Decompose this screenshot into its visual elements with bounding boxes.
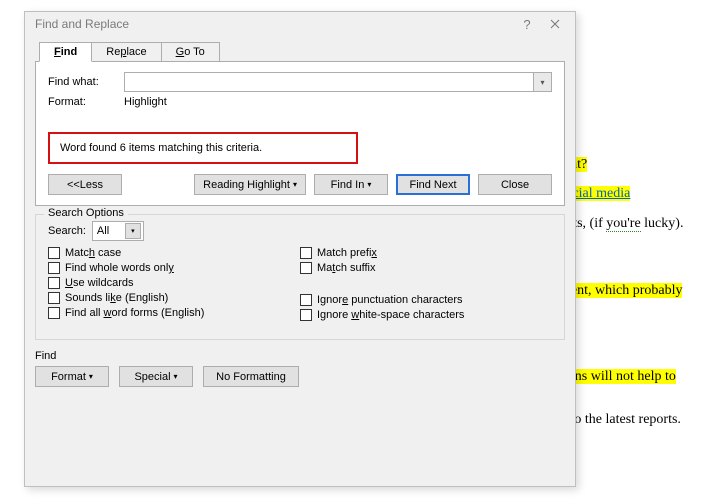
wildcards-checkbox[interactable]: Use wildcardsUse wildcards	[48, 277, 300, 289]
find-what-label: Find what:Find what:	[48, 76, 124, 88]
dialog-title: Find and Replace	[35, 17, 513, 31]
sounds-like-checkbox[interactable]: Sounds like (English)Sounds like (Englis…	[48, 292, 300, 304]
no-formatting-button[interactable]: No FormattingNo Formatting	[203, 366, 299, 387]
status-message: Word found 6 items matching this criteri…	[48, 132, 358, 164]
help-button[interactable]: ?	[513, 14, 541, 34]
doc-text: lucky).	[641, 216, 684, 231]
doc-text: g to the latest reports.	[560, 412, 681, 427]
ignore-punct-checkbox[interactable]: Ignore punctuation charactersIgnore punc…	[300, 294, 552, 306]
find-panel: Find what:Find what: ▾ Format: Highlight…	[35, 61, 565, 206]
find-replace-dialog: Find and Replace ? FinFindd ReplaceRepla…	[24, 11, 576, 487]
whole-words-checkbox[interactable]: Find whole words onlyFind whole words on…	[48, 262, 300, 274]
reading-highlight-button[interactable]: Reading Highlight▾Reading Highlight	[194, 174, 306, 195]
chevron-down-icon: ▾	[125, 223, 141, 239]
search-direction-value: All	[97, 225, 109, 237]
tab-find[interactable]: FinFindd	[39, 42, 92, 62]
match-prefix-checkbox[interactable]: Match prefixMatch prefix	[300, 247, 552, 259]
search-direction-select[interactable]: All ▾	[92, 221, 144, 241]
search-direction-label: Search:Search:	[48, 225, 86, 237]
format-value: Highlight	[124, 96, 167, 108]
find-what-dropdown[interactable]: ▾	[533, 73, 551, 91]
find-formatting-title: Find	[35, 350, 565, 362]
all-word-forms-checkbox[interactable]: Find all word forms (English)Find all wo…	[48, 307, 300, 319]
search-options-group: Search Options Search:Search: All ▾ Matc…	[35, 214, 565, 340]
doc-text-grammar: you're	[606, 216, 640, 232]
less-button[interactable]: << Less<< Less	[48, 174, 122, 195]
format-label: Format:	[48, 96, 124, 108]
doc-text: tions will not help to	[560, 369, 676, 384]
search-options-title: Search Options	[44, 207, 128, 219]
find-in-button[interactable]: Find In▾Find In	[314, 174, 388, 195]
tabs: FinFindd ReplaceReplace Go ToGo To	[39, 42, 575, 62]
format-button[interactable]: Format▾Format	[35, 366, 109, 387]
special-button[interactable]: Special▾Special	[119, 366, 193, 387]
doc-text: ntent, which probably	[560, 283, 682, 298]
ignore-ws-checkbox[interactable]: Ignore white-space charactersIgnore whit…	[300, 309, 552, 321]
find-what-input[interactable]: ▾	[124, 72, 552, 92]
find-next-button[interactable]: Find NextFind Next	[396, 174, 470, 195]
find-formatting-section: Find Format▾Format Special▾Special No Fo…	[35, 350, 565, 387]
match-case-checkbox[interactable]: Match caseMatch case	[48, 247, 300, 259]
titlebar: Find and Replace ?	[25, 12, 575, 36]
close-icon[interactable]	[541, 14, 569, 34]
match-suffix-checkbox[interactable]: Match suffixMatch suffix	[300, 262, 552, 274]
tab-goto[interactable]: Go ToGo To	[161, 42, 220, 62]
tab-replace[interactable]: ReplaceReplace	[91, 42, 161, 62]
close-button[interactable]: Close	[478, 174, 552, 195]
